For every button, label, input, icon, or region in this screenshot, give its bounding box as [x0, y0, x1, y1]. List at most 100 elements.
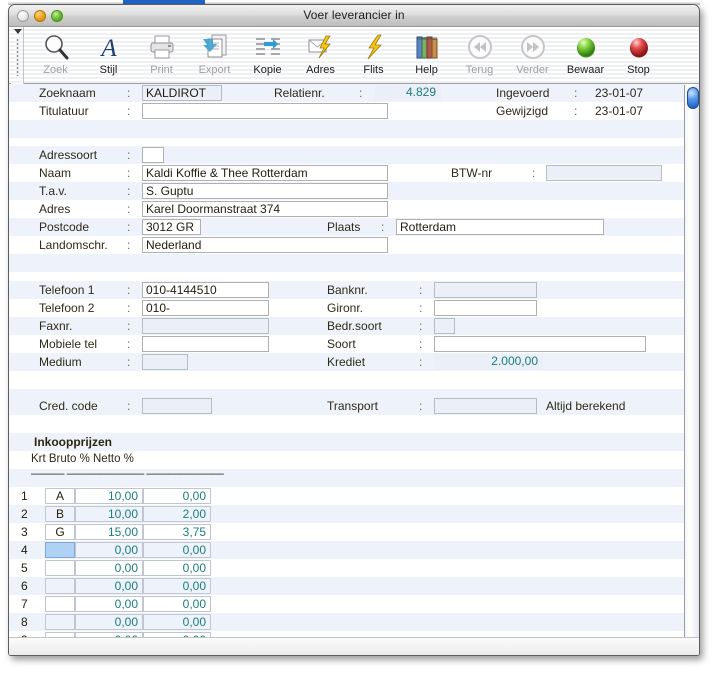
cell-netto[interactable]: 0,00 [143, 542, 211, 558]
vertical-scrollbar[interactable] [684, 85, 699, 655]
toolbar-button-help[interactable]: Help [400, 27, 453, 76]
row-number: 7 [21, 597, 28, 611]
input-zoeknaam[interactable]: KALDIROT [142, 85, 222, 101]
toolbar-label-flits: Flits [363, 64, 384, 76]
cell-krt[interactable]: B [45, 506, 75, 522]
form-row-postcode: Postcode : 3012 GR Plaats : Rotterdam [9, 218, 686, 236]
grid-dashes-separator: ——— ——————— ——————— [9, 468, 686, 487]
toolbar-button-export[interactable]: Export [188, 27, 241, 76]
label-bedrsoort: Bedr.soort [327, 319, 382, 333]
input-faxnr[interactable] [142, 318, 269, 334]
cell-bruto[interactable]: 0,00 [75, 614, 143, 630]
cell-netto[interactable]: 0,00 [143, 578, 211, 594]
input-postcode[interactable]: 3012 GR [142, 219, 201, 235]
colon: : [127, 301, 131, 315]
cell-krt[interactable] [45, 614, 75, 630]
colon: : [127, 283, 131, 297]
table-row[interactable]: 1 A 10,00 0,00 [9, 487, 686, 505]
table-row[interactable]: 2 B 10,00 2,00 [9, 505, 686, 523]
window-titlebar[interactable]: Voer leverancier in [9, 5, 699, 27]
cell-netto[interactable]: 0,00 [143, 596, 211, 612]
toolbar-button-zoek[interactable]: Zoek [29, 27, 82, 76]
cell-bruto[interactable]: 10,00 [75, 488, 143, 504]
toolbar-button-kopie[interactable]: Kopie [241, 27, 294, 76]
cell-netto[interactable]: 3,75 [143, 524, 211, 540]
label-medium: Medium [39, 355, 82, 369]
input-naam[interactable]: Kaldi Koffie & Thee Rotterdam [142, 165, 388, 181]
cell-krt[interactable]: G [45, 524, 75, 540]
toolbar-button-adres[interactable]: Adres [294, 27, 347, 76]
input-telefoon2[interactable]: 010- [142, 300, 269, 316]
cell-bruto[interactable]: 0,00 [75, 596, 143, 612]
cell-netto[interactable]: 0,00 [143, 560, 211, 576]
table-row[interactable]: 5 0,00 0,00 [9, 559, 686, 577]
input-gironr[interactable] [434, 300, 537, 316]
colon: : [359, 86, 363, 100]
cell-bruto[interactable]: 10,00 [75, 506, 143, 522]
table-row[interactable]: 7 0,00 0,00 [9, 595, 686, 613]
toolbar-button-stop[interactable]: Stop [612, 27, 665, 76]
cell-krt[interactable] [45, 578, 75, 594]
window-bottom-bar [9, 637, 699, 655]
toolbar-label-export: Export [198, 64, 231, 76]
input-adressoort[interactable] [142, 147, 164, 163]
toolbar-grip[interactable] [11, 27, 24, 84]
row-number: 8 [21, 615, 28, 629]
toolbar-button-stijl[interactable]: A Stijl [82, 27, 135, 76]
input-soort[interactable] [434, 336, 646, 352]
cell-netto[interactable]: 2,00 [143, 506, 211, 522]
input-btwnr[interactable] [546, 165, 662, 181]
label-titulatuur: Titulatuur [39, 104, 89, 118]
table-row[interactable]: 8 0,00 0,00 [9, 613, 686, 631]
toolbar-button-verder[interactable]: Verder [506, 27, 559, 76]
cell-krt-selected[interactable] [45, 542, 75, 558]
colon: : [127, 86, 131, 100]
toolbar-collapse-triangle-icon[interactable] [14, 29, 22, 34]
input-tav[interactable]: S. Guptu [142, 183, 388, 199]
input-cred-code[interactable] [142, 398, 212, 414]
table-row[interactable]: 3 G 15,00 3,75 [9, 523, 686, 541]
input-relatienr[interactable]: 4.829 [375, 85, 441, 101]
input-mobiele-tel[interactable] [142, 336, 269, 352]
form-row-medium: Medium : Krediet : 2.000,00 [9, 353, 686, 371]
cell-krt[interactable] [45, 596, 75, 612]
cell-netto[interactable]: 0,00 [143, 488, 211, 504]
colon: : [419, 283, 423, 297]
spacer-row [9, 120, 686, 138]
input-adres[interactable]: Karel Doormanstraat 374 [142, 201, 388, 217]
colon: : [419, 399, 423, 413]
input-plaats[interactable]: Rotterdam [396, 219, 604, 235]
export-document-icon [200, 31, 230, 63]
input-krediet[interactable]: 2.000,00 [434, 354, 543, 370]
toolbar-button-flits[interactable]: Flits [347, 27, 400, 76]
desktop-background: Voer leverancier in Zoek A Stijl Print E… [0, 0, 712, 676]
table-row[interactable]: 4 0,00 0,00 [9, 541, 686, 559]
cell-netto[interactable]: 0,00 [143, 614, 211, 630]
cell-krt[interactable] [45, 560, 75, 576]
spacer-row [9, 138, 686, 146]
input-landomschr[interactable]: Nederland [142, 237, 388, 253]
vertical-scrollbar-thumb[interactable] [687, 87, 699, 109]
input-banknr[interactable] [434, 282, 537, 298]
toolbar-button-print[interactable]: Print [135, 27, 188, 76]
table-row[interactable]: 6 0,00 0,00 [9, 577, 686, 595]
label-mobiele-tel: Mobiele tel [39, 337, 98, 351]
input-transport[interactable] [434, 398, 537, 414]
input-bedrsoort[interactable] [434, 318, 455, 334]
toolbar-label-stijl: Stijl [99, 64, 118, 76]
form-row-naam: Naam : Kaldi Koffie & Thee Rotterdam BTW… [9, 164, 686, 182]
colon: : [419, 337, 423, 351]
cell-bruto[interactable]: 0,00 [75, 578, 143, 594]
cell-bruto[interactable]: 15,00 [75, 524, 143, 540]
spacer-row [9, 254, 686, 272]
input-medium[interactable] [142, 354, 188, 370]
toolbar-button-bewaar[interactable]: Bewaar [559, 27, 612, 76]
cell-krt[interactable]: A [45, 488, 75, 504]
toolbar-label-verder: Verder [516, 64, 549, 76]
input-titulatuur[interactable] [142, 103, 388, 119]
input-telefoon1[interactable]: 010-4144510 [142, 282, 269, 298]
toolbar-button-terug[interactable]: Terug [453, 27, 506, 76]
cell-bruto[interactable]: 0,00 [75, 560, 143, 576]
forward-icon [518, 31, 548, 63]
cell-bruto[interactable]: 0,00 [75, 542, 143, 558]
